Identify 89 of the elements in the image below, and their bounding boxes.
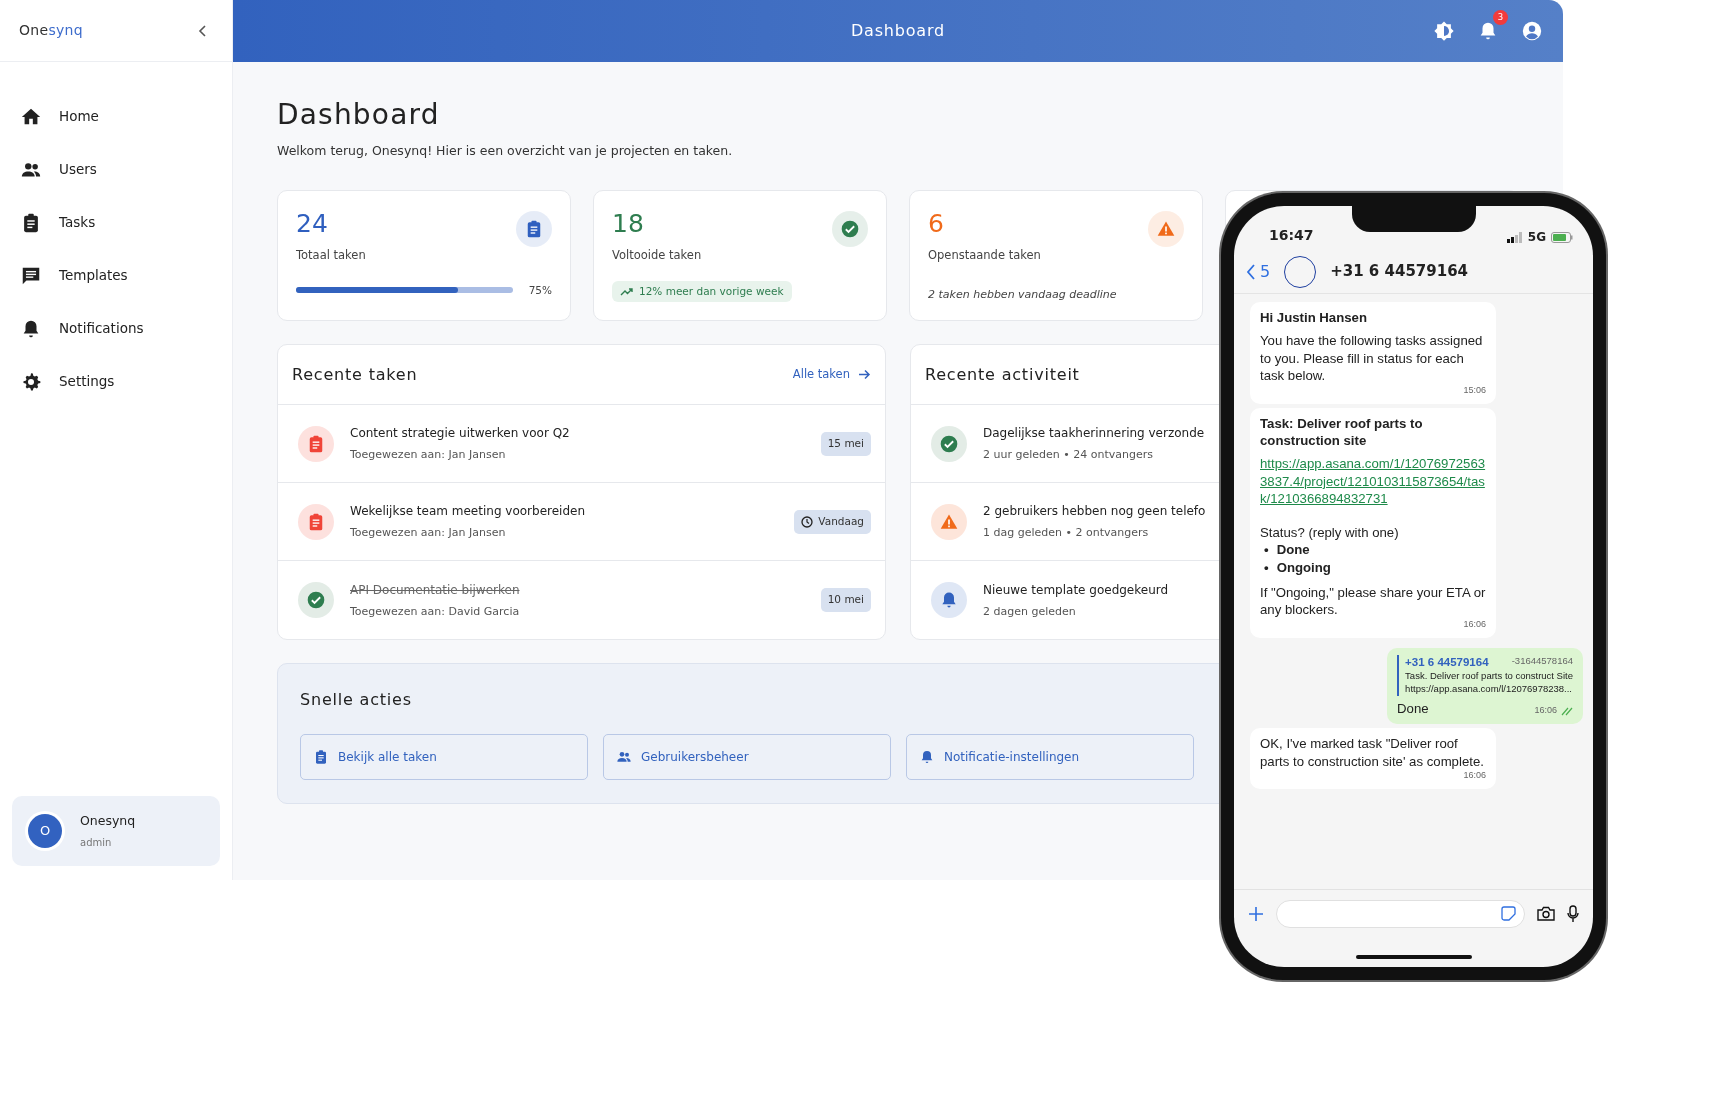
activity-meta: 2 uur geleden • 24 ontvangers [983,447,1154,464]
message-text: Status? (reply with one) [1260,523,1400,542]
message-time: 16:06 [1463,618,1486,631]
stat-value: 6 [928,211,944,237]
message-time: 16:06 [1463,770,1486,782]
quick-action-button[interactable]: Notificatie-instellingen [906,734,1194,781]
message-title: Hi Justin Hansen [1260,309,1368,327]
sidebar-item[interactable]: Settings [0,355,232,408]
trend-tag: 12% meer dan vorige week [612,280,792,303]
message-time: 15:06 [1463,384,1486,397]
check-circle-icon [306,590,326,611]
progress-reading: 75% [528,282,552,298]
message-text: You have the following tasks assigned to you. Please fill in status for each task below. [1260,333,1483,384]
user-avatar: O [28,814,62,848]
task-title: Wekelijkse team meeting voorbereiden [350,503,586,521]
activity-meta: 1 dag geleden • 2 ontvangers [983,525,1150,542]
trend-up-icon [620,286,633,296]
stat-label: Openstaande taken [928,247,1042,265]
quote-text: Task. Deliver roof parts to construct Site [1405,670,1573,683]
read-ticks-icon [1561,706,1573,716]
clipboard-icon [313,749,329,766]
plus-icon[interactable] [1248,905,1264,922]
panel-title: Snelle acties [300,689,412,712]
due-today-tag: Vandaag [794,509,871,534]
quote-sender: +31 6 44579164 [1405,654,1489,670]
network-label: 5G [1527,229,1546,246]
task-assignee: Toegewezen aan: David Garcia [350,603,520,620]
message-text: OK, I've marked task "Deliver roof parts to construction site' as complete. [1260,736,1484,769]
activity-text: Dagelijkse taakherinnering verzonde [983,425,1205,443]
activity-text: Nieuwe template goedgekeurd [983,581,1169,599]
stat-label: Voltooide taken [612,247,703,265]
user-name: Onesynq [80,812,136,831]
microphone-icon[interactable] [1567,904,1579,923]
activity-meta: 2 dagen geleden [983,603,1077,620]
task-link[interactable]: https://app.asana.com/1/120769725633837.4/project/1210103115873654/task/1210366894832731 [1260,455,1486,508]
clock-time: 16:47 [1269,226,1314,245]
brightness-icon[interactable] [1433,20,1455,42]
all-tasks-link[interactable]: Alle taken [792,366,871,384]
chevron-left-icon [1246,263,1256,280]
message-time: 16:06 [1534,705,1557,718]
user-role: admin [80,835,113,850]
bullet-mark: • [1264,558,1269,576]
header-title: Dashboard [851,20,945,42]
stat-value: 24 [296,211,328,237]
task-assignee: Toegewezen aan: Jan Jansen [350,525,507,542]
sidebar-item[interactable]: Users [0,143,232,196]
quick-action-button[interactable]: Gebruikersbeheer [603,734,891,781]
camera-icon[interactable] [1537,906,1555,921]
message-text: If "Ongoing," please share your ETA or any blockers. [1260,584,1486,618]
notification-badge: 3 [1493,10,1508,25]
due-date-tag: 15 mei [820,431,871,456]
reply-option: Done [1276,541,1310,559]
signal-icon [1506,231,1523,243]
sidebar-item[interactable]: Tasks [0,196,232,249]
message-title: Task: Deliver roof parts to construction site [1260,414,1424,450]
stat-label: Totaal taken [296,247,367,265]
bullet-mark: • [1264,541,1269,559]
bell-icon [919,749,935,766]
panel-title: Recente taken [292,363,418,386]
app-logo: Onesynq [19,21,83,40]
stat-value: 18 [612,211,644,237]
reply-option: Ongoing [1276,558,1331,576]
sticker-icon[interactable] [1501,906,1516,921]
panel-title: Recente activiteit [925,363,1080,386]
check-circle-icon [939,433,959,454]
activity-text: 2 gebruikers hebben nog geen telefo [983,503,1206,521]
task-assignee: Toegewezen aan: Jan Jansen [350,447,507,464]
stat-note: 2 taken hebben vandaag deadline [928,286,1118,303]
message-text: Done [1397,699,1429,718]
quick-action-button[interactable]: Bekijk alle taken [300,734,588,781]
battery-icon [1551,231,1573,243]
account-icon[interactable] [1521,20,1543,42]
task-title: Content strategie uitwerken voor Q2 [350,425,570,443]
sidebar-item[interactable]: Templates [0,249,232,302]
arrow-right-icon [858,369,871,381]
sidebar-item[interactable]: Home [0,90,232,143]
back-button[interactable]: 5 [1246,259,1271,284]
sidebar-item[interactable]: Notifications [0,302,232,355]
page-title: Dashboard [277,98,441,132]
page-subtitle: Welkom terug, Onesynq! Hier is een overzicht van je projecten en taken. [277,141,734,160]
settings-icon [20,370,42,393]
quote-number: -31644578164 [1511,654,1573,668]
clock-icon [801,515,814,528]
contact-name: +31 6 44579164 [1330,261,1468,283]
task-title: API Documentatie bijwerken [350,581,520,599]
check-circle-icon [840,219,860,240]
collapse-chevron-icon[interactable] [198,24,206,37]
due-date-tag: 10 mei [820,588,871,613]
message-input[interactable] [1276,899,1525,928]
